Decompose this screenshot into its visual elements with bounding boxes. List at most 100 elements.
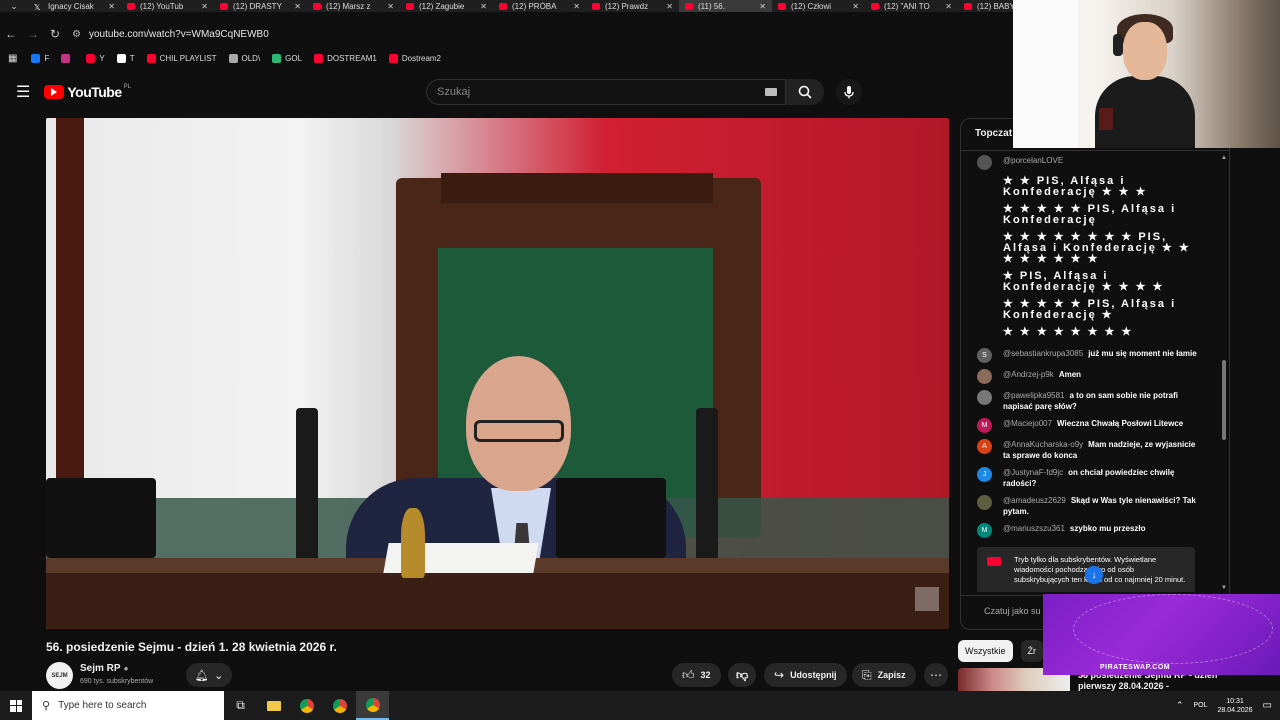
bookmark-item[interactable]: [61, 53, 74, 63]
bookmark-item[interactable]: DOSTREAM1: [314, 53, 377, 63]
url-field[interactable]: ⚙ youtube.com/watch?v=WMa9CqNEWB0: [72, 29, 269, 40]
channel-watermark[interactable]: [915, 587, 939, 611]
keyboard-icon[interactable]: [765, 88, 777, 96]
reload-icon[interactable]: ↻: [44, 27, 66, 41]
bookmark-item[interactable]: CHIL PLAYLIST: [146, 53, 217, 63]
bookmark-item[interactable]: F: [31, 53, 49, 63]
chat-message[interactable]: S @sebastiankrupa3085 już mu się moment ni…: [961, 345, 1223, 366]
chat-messages[interactable]: @porcelanLOVE ★ ★ PIS, Alfąsa i Konfedera…: [961, 152, 1223, 592]
browser-tab[interactable]: (12) PRÓBA ✕: [493, 0, 586, 12]
search-input[interactable]: Szukaj: [426, 79, 786, 105]
language-indicator[interactable]: POL: [1193, 702, 1207, 709]
browser-tab[interactable]: (12) Człowi ✕: [772, 0, 865, 12]
tab-close-icon[interactable]: ✕: [945, 2, 952, 11]
dislike-button[interactable]: 👎︎: [728, 663, 757, 687]
browser-tab[interactable]: (11) 56. ✕: [679, 0, 772, 12]
chat-scrollbar[interactable]: ▲ ▼: [1221, 155, 1227, 591]
chat-avatar[interactable]: J: [977, 467, 992, 482]
bookmark-item[interactable]: Y: [86, 53, 105, 63]
search-button[interactable]: [786, 79, 824, 105]
chat-author[interactable]: @amadeusz2629: [1003, 496, 1066, 505]
tab-close-icon[interactable]: ✕: [852, 2, 859, 11]
save-button[interactable]: ⎘ Zapisz: [852, 663, 916, 687]
share-button[interactable]: ↪ Udostępnij: [764, 663, 847, 687]
chat-author[interactable]: @porcelanLOVE: [1003, 156, 1063, 165]
browser-tab[interactable]: (12) Marsz z ✕: [307, 0, 400, 12]
tab-close-icon[interactable]: ✕: [480, 2, 487, 11]
bookmark-item[interactable]: T: [116, 53, 135, 63]
apps-grid-icon[interactable]: ▦: [8, 53, 17, 64]
chat-avatar[interactable]: [977, 204, 992, 219]
chrome-profile-icon[interactable]: [290, 691, 323, 720]
bookmark-item[interactable]: OLD\: [228, 53, 260, 63]
task-view-icon[interactable]: ⧉: [224, 691, 257, 720]
browser-tab[interactable]: 𝕏 Ignacy Cisak ✕: [28, 0, 121, 12]
chat-message[interactable]: @Andrzej-p9k Amen: [961, 366, 1223, 387]
tab-close-icon[interactable]: ✕: [108, 2, 115, 11]
chat-author[interactable]: @Maciejo007: [1003, 419, 1052, 428]
forward-icon[interactable]: →: [22, 27, 44, 41]
chat-avatar[interactable]: M: [977, 418, 992, 433]
browser-tab[interactable]: (12) DRASTY ✕: [214, 0, 307, 12]
more-actions-icon[interactable]: ⋯: [924, 663, 948, 687]
scroll-up-icon[interactable]: ▲: [1221, 155, 1227, 161]
notification-bell-button[interactable]: 🔔︎ ⌄: [186, 663, 232, 687]
chat-avatar[interactable]: [977, 232, 992, 247]
voice-search-button[interactable]: [836, 79, 862, 105]
chat-message[interactable]: ★ PIS, Alfąsa i Konfederację ★ ★ ★ ★: [961, 268, 1223, 296]
chat-author[interactable]: @AnnaKucharska-o9y: [1003, 440, 1083, 449]
tab-close-icon[interactable]: ✕: [201, 2, 208, 11]
chat-author[interactable]: @sebastiankrupa3085: [1003, 349, 1083, 358]
scroll-to-bottom-icon[interactable]: ↓: [1085, 566, 1103, 584]
chat-message[interactable]: ★ ★ ★ ★ ★ ★ ★ ★ PIS, Alfąsa i Konfederac…: [961, 229, 1223, 268]
chat-avatar[interactable]: [977, 495, 992, 510]
chat-avatar[interactable]: [977, 271, 992, 286]
chat-message[interactable]: ★ ★ PIS, Alfąsa i Konfederację ★ ★ ★: [961, 173, 1223, 201]
chat-author[interactable]: @JustynaF-fd9jc: [1003, 468, 1063, 477]
filter-chip[interactable]: Źr: [1020, 640, 1043, 662]
chat-message[interactable]: ★ ★ ★ ★ ★ PIS, Alfąsa i Konfederację ★: [961, 296, 1223, 324]
chat-author[interactable]: @Andrzej-p9k: [1003, 370, 1054, 379]
file-explorer-icon[interactable]: [257, 691, 290, 720]
browser-tab[interactable]: (12) "ANI TO ✕: [865, 0, 958, 12]
tab-close-icon[interactable]: ✕: [387, 2, 394, 11]
chat-message[interactable]: @porcelanLOVE: [961, 152, 1223, 173]
channel-name[interactable]: Sejm RP ●: [80, 663, 128, 674]
scroll-thumb[interactable]: [1222, 360, 1226, 440]
chat-avatar[interactable]: [977, 155, 992, 170]
chat-message[interactable]: J @JustynaF-fd9jc on chciał powiedziec chw…: [961, 464, 1223, 492]
tab-close-icon[interactable]: ✕: [759, 2, 766, 11]
chat-avatar[interactable]: [977, 327, 992, 342]
chrome-active-icon[interactable]: [356, 691, 389, 720]
browser-tab[interactable]: (12) Zagubie ✕: [400, 0, 493, 12]
chat-message[interactable]: @amadeusz2629 Skąd w Was tyle nienawiści?…: [961, 492, 1223, 520]
chat-avatar[interactable]: S: [977, 348, 992, 363]
chat-avatar[interactable]: M: [977, 523, 992, 538]
chat-avatar[interactable]: [977, 369, 992, 384]
taskbar-search[interactable]: ⚲ Type here to search: [32, 691, 224, 720]
back-icon[interactable]: ←: [0, 27, 22, 41]
site-settings-icon[interactable]: ⚙: [72, 29, 81, 40]
chat-message[interactable]: @pawelipka9581 a to on sam sobie nie potr…: [961, 387, 1223, 415]
tab-close-icon[interactable]: ✕: [666, 2, 673, 11]
notifications-icon[interactable]: ▭: [1263, 700, 1272, 711]
filter-chip[interactable]: Wszystkie: [958, 640, 1013, 662]
like-button[interactable]: 👍︎ 32: [672, 663, 721, 687]
menu-icon[interactable]: ☰: [16, 82, 30, 102]
scroll-down-icon[interactable]: ▼: [1221, 585, 1227, 591]
chat-message[interactable]: A @AnnaKucharska-o9y Mam nadzieje, ze wyja…: [961, 436, 1223, 464]
bookmark-item[interactable]: GOL: [272, 53, 302, 63]
clock[interactable]: 10:31 28.04.2026: [1218, 697, 1253, 715]
video-player[interactable]: [46, 118, 949, 629]
chat-avatar[interactable]: [977, 390, 992, 405]
chat-message[interactable]: M @Maciejo007 Wieczna Chwałą Posłowi Litew…: [961, 415, 1223, 436]
youtube-logo[interactable]: YouTube PL: [44, 84, 131, 100]
chat-avatar[interactable]: [977, 176, 992, 191]
tab-search-menu-icon[interactable]: ⌄: [0, 0, 28, 12]
browser-tab[interactable]: (12) YouTub ✕: [121, 0, 214, 12]
chat-author[interactable]: @mariuszszu361: [1003, 524, 1065, 533]
chat-message[interactable]: ★ ★ ★ ★ ★ PIS, Alfąsa i Konfederację: [961, 201, 1223, 229]
chat-avatar[interactable]: [977, 299, 992, 314]
bookmark-item[interactable]: Dostream2: [388, 53, 441, 63]
chat-avatar[interactable]: A: [977, 439, 992, 454]
